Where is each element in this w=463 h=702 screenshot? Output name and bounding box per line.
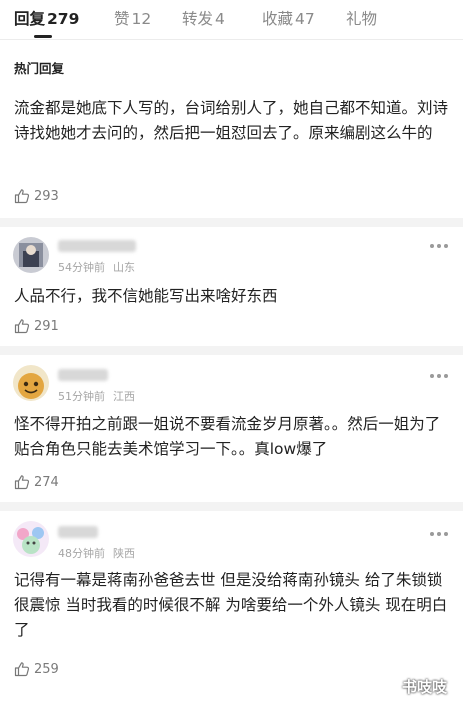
tab-reposts[interactable]: 转发 4 [182,7,225,29]
thumbs-up-icon [14,189,30,204]
tab-label: 赞 [114,10,130,28]
comment-text: 人品不行，我不信她能写出来啥好东西 [14,287,278,305]
tab-label: 回复 [14,10,46,28]
tab-count: 4 [215,10,225,28]
comment-text: 怪不得开拍之前跟一姐说不要看流金岁月原著。。然后一姐为了贴合角色只能去美术馆学习… [14,415,441,458]
like-button[interactable]: 274 [14,473,59,491]
avatar[interactable] [13,521,49,557]
divider [0,502,463,511]
tab-favorites[interactable]: 收藏 47 [262,7,315,29]
avatar[interactable] [13,365,49,401]
comment-text: 记得有一幕是蒋南孙爸爸去世 但是没给蒋南孙镜头 给了朱锁锁很震惊 当时我看的时候… [14,571,448,639]
comment-location: 陕西 [113,547,135,560]
thumbs-up-icon [14,319,30,334]
comment-location: 江西 [113,390,135,403]
like-button[interactable]: 293 [14,187,59,205]
tab-replies[interactable]: 回复 279 [14,7,79,29]
like-count: 293 [34,188,59,204]
more-dots-icon[interactable] [430,373,448,379]
tab-likes[interactable]: 赞 12 [114,7,151,29]
like-count: 274 [34,474,59,490]
tab-count: 47 [295,10,315,28]
like-count: 259 [34,661,59,677]
divider [0,218,463,227]
tab-label: 收藏 [262,10,294,28]
divider [0,346,463,355]
comment-location: 山东 [113,261,135,274]
comment-time: 54分钟前 [58,261,105,274]
tab-label: 礼物 [346,10,378,28]
username-blurred[interactable] [58,369,108,381]
comment-meta: 48分钟前 陕西 [58,545,135,561]
more-dots-icon[interactable] [430,243,448,249]
watermark: 书吱吱 [402,678,448,696]
tab-count: 12 [131,10,152,28]
like-button[interactable]: 291 [14,317,59,335]
avatar[interactable] [13,237,49,273]
comment-time: 48分钟前 [58,547,105,560]
comment-meta: 54分钟前 山东 [58,259,135,275]
thumbs-up-icon [14,662,30,677]
comment-meta: 51分钟前 江西 [58,388,135,404]
like-count: 291 [34,318,59,334]
thumbs-up-icon [14,475,30,490]
active-tab-indicator [34,35,52,38]
like-button[interactable]: 259 [14,660,59,678]
tab-label: 转发 [182,10,214,28]
username-blurred[interactable] [58,526,98,538]
tab-gifts[interactable]: 礼物 [346,7,379,29]
tab-bar: 回复 279 赞 12 转发 4 收藏 47 礼物 [0,0,463,40]
more-dots-icon[interactable] [430,531,448,537]
comment-text: 流金都是她底下人写的，台词给别人了，她自己都不知道。刘诗诗找她她才去问的，然后把… [14,99,449,142]
username-blurred[interactable] [58,240,136,252]
section-title: 热门回复 [14,61,65,76]
comment-time: 51分钟前 [58,390,105,403]
tab-count: 279 [47,10,80,28]
